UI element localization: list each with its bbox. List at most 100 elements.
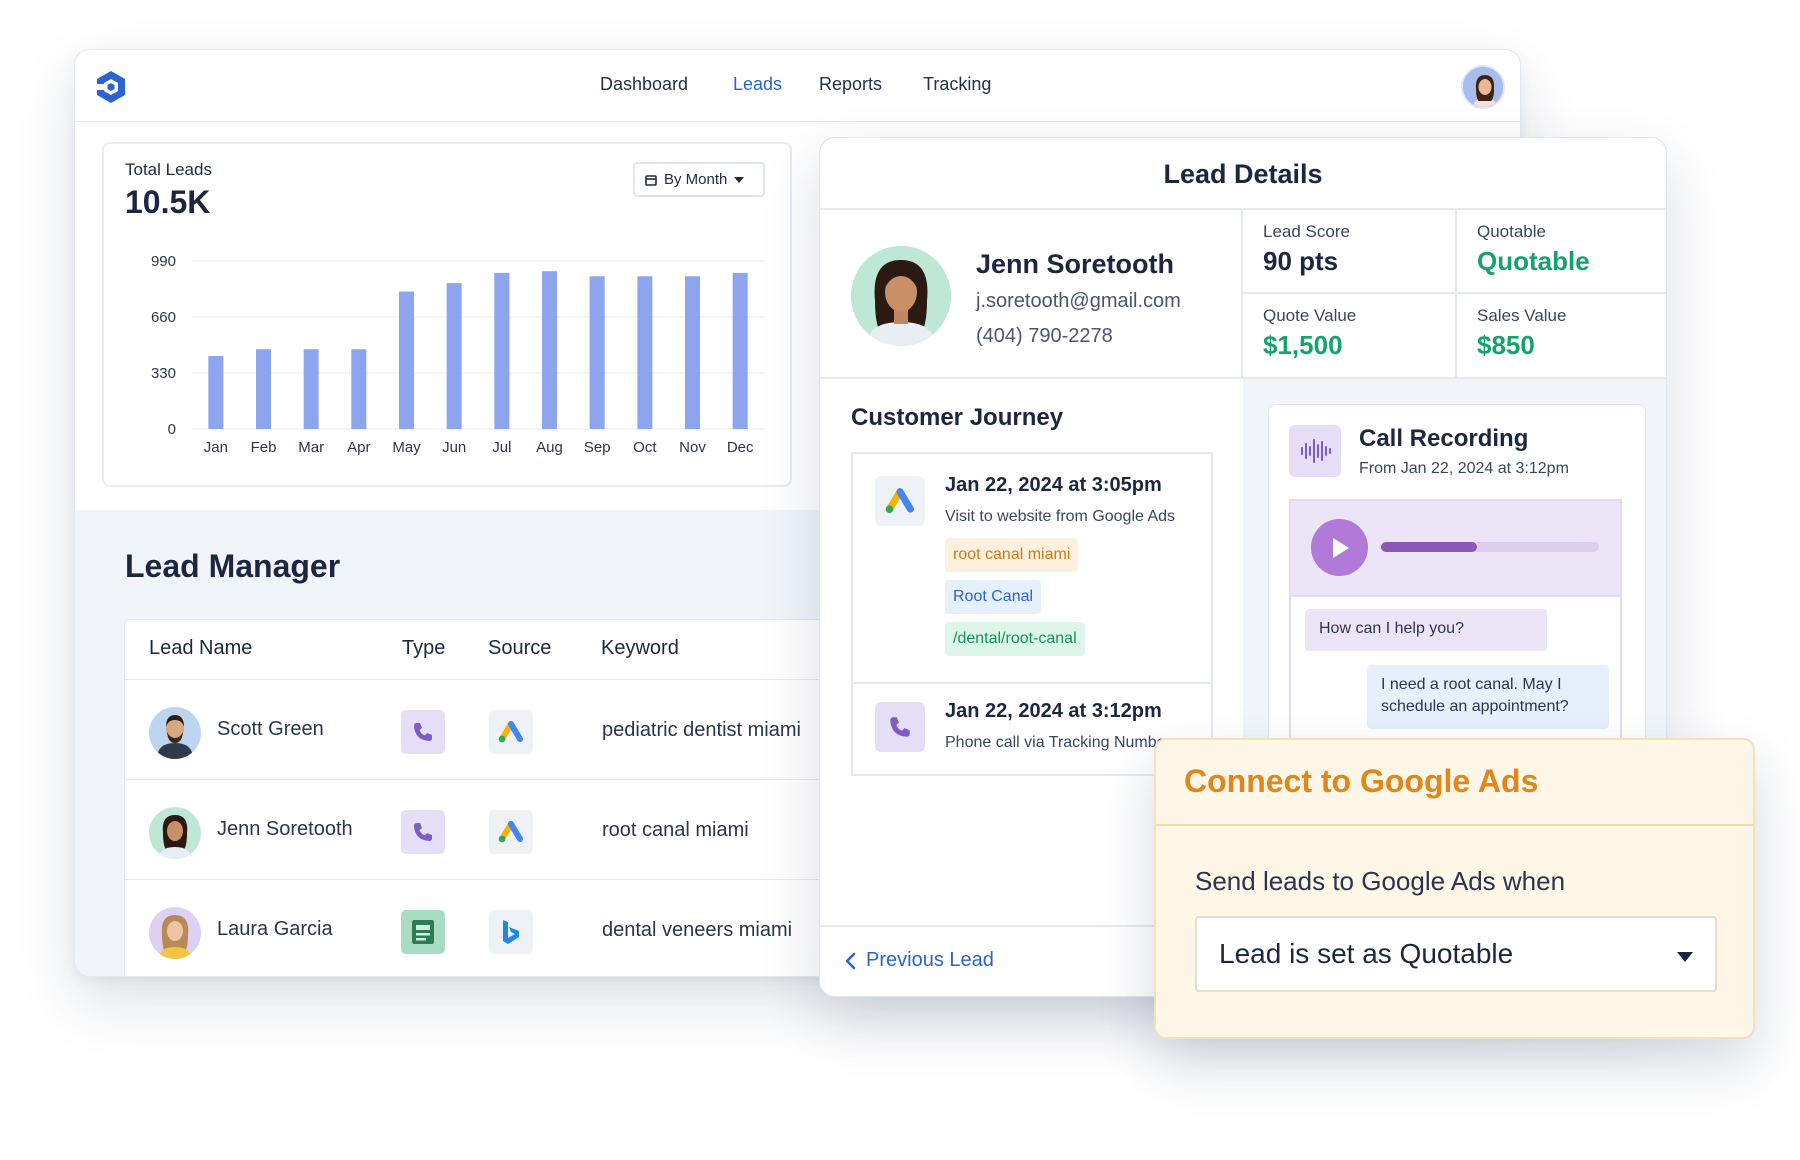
google-ads-header: Connect to Google Ads bbox=[1156, 740, 1753, 826]
phone-icon bbox=[875, 702, 925, 752]
landing-page-tag: /dental/root-canal bbox=[945, 622, 1085, 656]
x-tick-label: Apr bbox=[347, 439, 370, 456]
lead-avatar bbox=[149, 807, 201, 859]
x-tick-label: Mar bbox=[298, 439, 324, 456]
keyword-tag: root canal miami bbox=[945, 538, 1079, 572]
bar-aug bbox=[542, 271, 557, 429]
bar-jul bbox=[494, 272, 510, 429]
lead-keyword: pediatric dentist miami bbox=[602, 719, 801, 741]
stat-value: Quotable bbox=[1477, 246, 1590, 276]
stat-lead-score: Lead Score 90 pts bbox=[1243, 210, 1455, 294]
col-type[interactable]: Type bbox=[402, 637, 445, 660]
google-ads-trigger-select[interactable]: Lead is set as Quotable bbox=[1195, 916, 1717, 992]
bar-chart: 0 330 660 990 Jan Feb Mar Apr May Jun Jul Aug Sep Oct… bbox=[151, 253, 764, 456]
table-row[interactable]: Laura Garcia dental veneers miami bbox=[125, 880, 923, 976]
stat-label: Lead Score bbox=[1263, 222, 1350, 241]
table-header: Lead Name Type Source Keyword bbox=[125, 620, 923, 680]
lead-avatar-image bbox=[149, 707, 201, 759]
table-row[interactable]: Jenn Soretooth root canal miami bbox=[125, 780, 923, 880]
journey-desc: Phone call via Tracking Number bbox=[945, 734, 1171, 751]
caller-message: I need a root canal. May I schedule an a… bbox=[1367, 665, 1609, 729]
google-ads-icon bbox=[489, 810, 533, 854]
bar-jan bbox=[208, 356, 224, 429]
google-ads-icon bbox=[875, 476, 925, 526]
profile-email[interactable]: j.soretooth@gmail.com bbox=[976, 290, 1181, 313]
col-lead-name[interactable]: Lead Name bbox=[149, 637, 252, 660]
google-ads-label: Send leads to Google Ads when bbox=[1195, 866, 1566, 896]
customer-journey-title: Customer Journey bbox=[851, 404, 1064, 431]
lead-manager-title: Lead Manager bbox=[125, 548, 341, 584]
lead-avatar-image bbox=[149, 807, 201, 859]
call-recording-title: Call Recording bbox=[1359, 425, 1529, 452]
lead-name: Laura Garcia bbox=[217, 918, 333, 940]
table-row[interactable]: Scott Green pediatric dentist miami bbox=[125, 680, 923, 780]
journey-item[interactable]: Jan 22, 2024 at 3:05pm Visit to website … bbox=[853, 454, 1211, 684]
lead-keyword: root canal miami bbox=[602, 819, 749, 841]
stat-label: Sales Value bbox=[1477, 306, 1567, 325]
stat-label: Quotable bbox=[1477, 222, 1546, 241]
chevron-left-icon bbox=[845, 952, 856, 969]
audio-progress-fill bbox=[1381, 542, 1477, 552]
x-tick-label: Jan bbox=[204, 439, 228, 456]
stat-quotable: Quotable Quotable bbox=[1455, 210, 1666, 294]
y-tick-label: 0 bbox=[168, 421, 176, 438]
stat-label: Quote Value bbox=[1263, 306, 1357, 325]
stat-value: $850 bbox=[1477, 330, 1535, 360]
col-keyword[interactable]: Keyword bbox=[601, 637, 679, 660]
previous-lead-label: Previous Lead bbox=[866, 949, 994, 971]
x-tick-label: May bbox=[392, 439, 421, 456]
nav-leads[interactable]: Leads bbox=[733, 74, 782, 95]
stat-value: $1,500 bbox=[1263, 330, 1343, 360]
journey-date: Jan 22, 2024 at 3:12pm bbox=[945, 700, 1162, 722]
bing-icon bbox=[489, 910, 533, 954]
bar-feb bbox=[256, 349, 271, 429]
journey-desc: Visit to website from Google Ads bbox=[945, 508, 1176, 525]
nav-tracking[interactable]: Tracking bbox=[923, 74, 991, 95]
x-tick-label: Jul bbox=[492, 439, 511, 456]
play-icon bbox=[1332, 537, 1349, 558]
y-tick-label: 330 bbox=[151, 365, 176, 382]
lead-avatar bbox=[149, 907, 201, 959]
agent-message: How can I help you? bbox=[1305, 609, 1547, 651]
profile-name: Jenn Soretooth bbox=[976, 249, 1175, 279]
stat-value: 90 pts bbox=[1263, 246, 1339, 276]
bar-may bbox=[399, 291, 414, 429]
audio-progress-track[interactable] bbox=[1381, 542, 1599, 552]
col-source[interactable]: Source bbox=[488, 637, 551, 660]
lead-avatar-image bbox=[149, 907, 201, 959]
user-avatar[interactable] bbox=[1461, 65, 1505, 109]
profile-phone[interactable]: (404) 790-2278 bbox=[976, 325, 1113, 348]
lead-name: Jenn Soretooth bbox=[217, 818, 353, 840]
caret-down-icon bbox=[1677, 952, 1693, 962]
x-tick-label: Dec bbox=[727, 439, 754, 456]
select-value: Lead is set as Quotable bbox=[1219, 938, 1514, 969]
total-leads-chart-card: Total Leads 10.5K By Month 0 330 660 990 Jan… bbox=[102, 142, 792, 487]
bar-dec bbox=[732, 272, 748, 429]
lead-table: Lead Name Type Source Keyword Scott Gree… bbox=[124, 619, 924, 976]
nav-dashboard[interactable]: Dashboard bbox=[600, 74, 688, 95]
y-tick-label: 990 bbox=[151, 253, 176, 270]
audio-player bbox=[1289, 499, 1622, 597]
lead-profile: Jenn Soretooth j.soretooth@gmail.com (40… bbox=[820, 210, 1243, 379]
phone-icon bbox=[401, 710, 445, 754]
campaign-tag: Root Canal bbox=[945, 580, 1042, 614]
main-nav: Dashboard Leads Reports Tracking bbox=[75, 50, 1520, 122]
bar-mar bbox=[303, 349, 319, 429]
call-transcript: How can I help you? I need a root canal.… bbox=[1289, 595, 1622, 745]
x-tick-label: Nov bbox=[679, 439, 706, 456]
form-icon bbox=[401, 910, 445, 954]
customer-journey-list: Jan 22, 2024 at 3:05pm Visit to website … bbox=[851, 452, 1213, 776]
y-tick-label: 660 bbox=[151, 309, 176, 326]
previous-lead-button[interactable]: Previous Lead bbox=[844, 949, 994, 972]
play-button[interactable] bbox=[1311, 519, 1368, 576]
stat-sales-value: Sales Value $850 bbox=[1455, 294, 1666, 379]
profile-avatar-image bbox=[851, 246, 951, 346]
bar-oct bbox=[637, 276, 653, 429]
x-tick-label: Aug bbox=[536, 439, 563, 456]
phone-icon bbox=[401, 810, 445, 854]
x-tick-label: Feb bbox=[251, 439, 277, 456]
x-tick-label: Oct bbox=[633, 439, 657, 456]
lead-name: Scott Green bbox=[217, 718, 324, 740]
x-tick-label: Sep bbox=[584, 439, 611, 456]
nav-reports[interactable]: Reports bbox=[819, 74, 882, 95]
